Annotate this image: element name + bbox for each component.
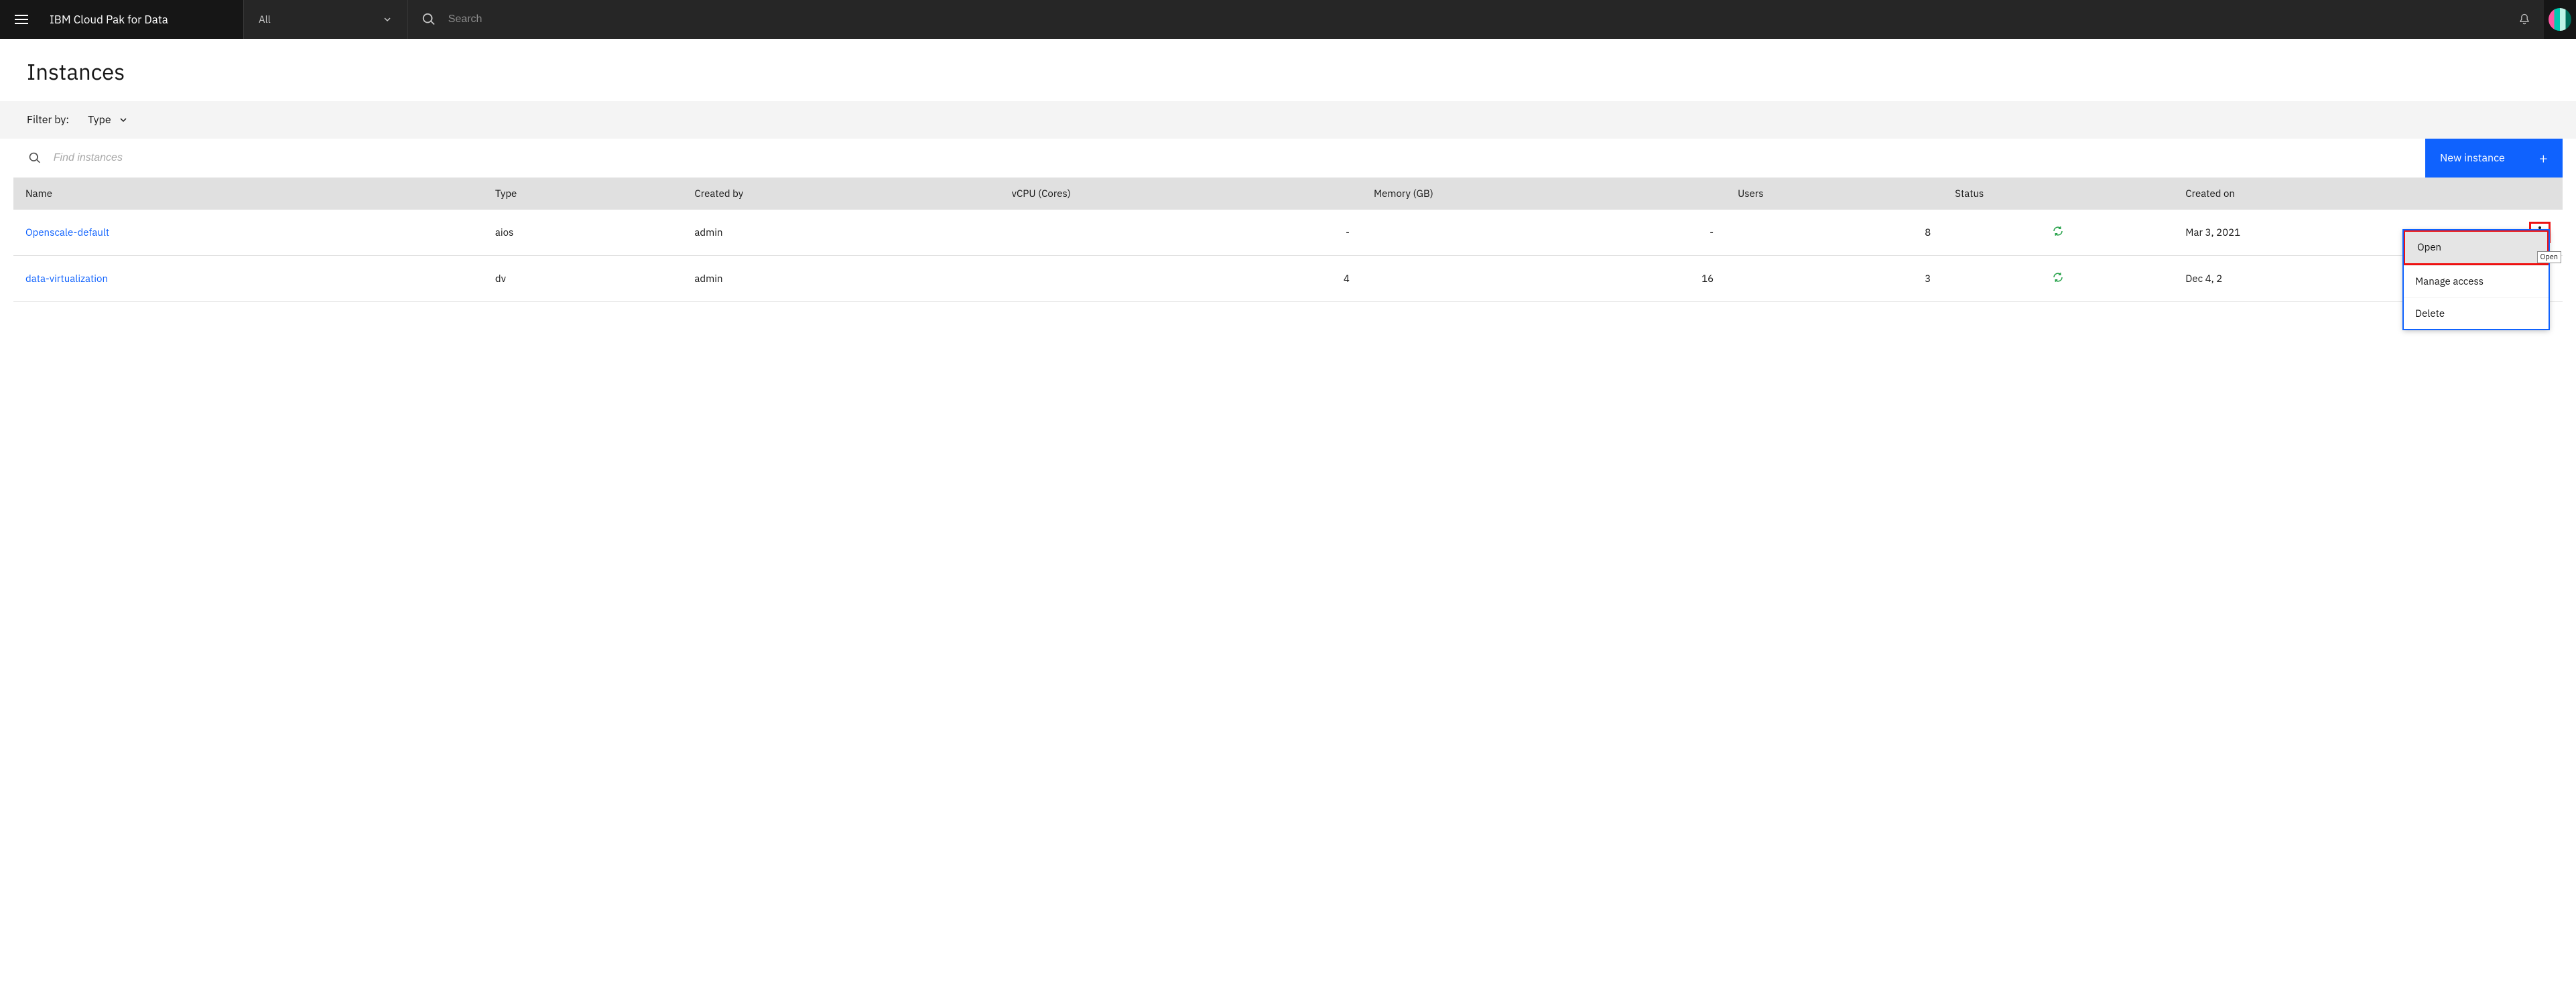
global-search[interactable]: [408, 0, 2505, 39]
cell-type: aios: [483, 210, 683, 256]
header-actions: [2505, 0, 2576, 39]
search-icon: [422, 12, 436, 27]
table-row: data-virtualization dv admin 4 16 3 Dec …: [13, 256, 2563, 302]
col-type[interactable]: Type: [483, 178, 683, 210]
scope-dropdown-label: All: [259, 13, 271, 26]
col-created-by[interactable]: Created by: [682, 178, 999, 210]
find-instances[interactable]: [13, 139, 2425, 178]
filter-type-dropdown[interactable]: Type: [88, 113, 129, 127]
cell-users: 3: [1726, 256, 1943, 302]
menu-item-manage-access[interactable]: Manage access: [2403, 265, 2549, 297]
cell-status: [1943, 256, 2173, 302]
cell-created-by: admin: [682, 210, 999, 256]
user-avatar[interactable]: [2544, 0, 2576, 39]
table-row: Openscale-default aios admin - - 8 Mar 3…: [13, 210, 2563, 256]
col-actions: [2517, 178, 2563, 210]
filter-by-label: Filter by:: [27, 113, 69, 127]
bell-icon: [2518, 13, 2531, 26]
cell-vcpu: 4: [1000, 256, 1362, 302]
avatar-icon: [2549, 8, 2571, 31]
content-wrap: New instance + Name Type Created by vCPU…: [0, 139, 2576, 302]
notifications-button[interactable]: [2505, 0, 2544, 39]
cell-status: [1943, 210, 2173, 256]
instance-link[interactable]: data-virtualization: [25, 273, 108, 285]
cell-type: dv: [483, 256, 683, 302]
col-memory[interactable]: Memory (GB): [1362, 178, 1726, 210]
global-search-input[interactable]: [448, 13, 2492, 25]
col-name[interactable]: Name: [13, 178, 483, 210]
menu-item-open[interactable]: Open: [2403, 230, 2549, 265]
cell-vcpu: -: [1000, 210, 1362, 256]
chevron-down-icon: [118, 115, 129, 125]
table-toolbar: New instance +: [13, 139, 2563, 178]
instance-link[interactable]: Openscale-default: [25, 226, 109, 239]
row-actions-menu: Open Manage access Delete: [2403, 230, 2549, 330]
chevron-down-icon: [382, 14, 393, 25]
col-users[interactable]: Users: [1726, 178, 1943, 210]
instances-table: Name Type Created by vCPU (Cores) Memory…: [13, 178, 2563, 302]
refresh-icon: [2052, 274, 2064, 287]
cell-memory: 16: [1362, 256, 1726, 302]
cell-users: 8: [1726, 210, 1943, 256]
col-created-on[interactable]: Created on: [2173, 178, 2517, 210]
plus-icon: +: [2539, 149, 2548, 168]
cell-created-by: admin: [682, 256, 999, 302]
scope-dropdown[interactable]: All: [244, 0, 408, 39]
table-header-row: Name Type Created by vCPU (Cores) Memory…: [13, 178, 2563, 210]
page-body: Instances Filter by: Type New instance +…: [0, 39, 2576, 329]
product-brand: IBM Cloud Pak for Data: [43, 0, 244, 39]
page-title: Instances: [0, 39, 2576, 101]
col-vcpu[interactable]: vCPU (Cores): [1000, 178, 1362, 210]
new-instance-label: New instance: [2440, 151, 2505, 165]
filter-type-label: Type: [88, 113, 111, 127]
menu-toggle-button[interactable]: [0, 0, 43, 39]
hamburger-icon: [15, 13, 28, 26]
search-icon: [28, 151, 42, 165]
menu-item-delete[interactable]: Delete: [2403, 297, 2549, 330]
find-instances-input[interactable]: [54, 152, 2410, 164]
tooltip-open: Open: [2537, 251, 2561, 263]
cell-memory: -: [1362, 210, 1726, 256]
global-header: IBM Cloud Pak for Data All: [0, 0, 2576, 39]
col-status[interactable]: Status: [1943, 178, 2173, 210]
refresh-icon: [2052, 228, 2064, 240]
new-instance-button[interactable]: New instance +: [2425, 139, 2563, 178]
filter-bar: Filter by: Type: [0, 101, 2576, 139]
